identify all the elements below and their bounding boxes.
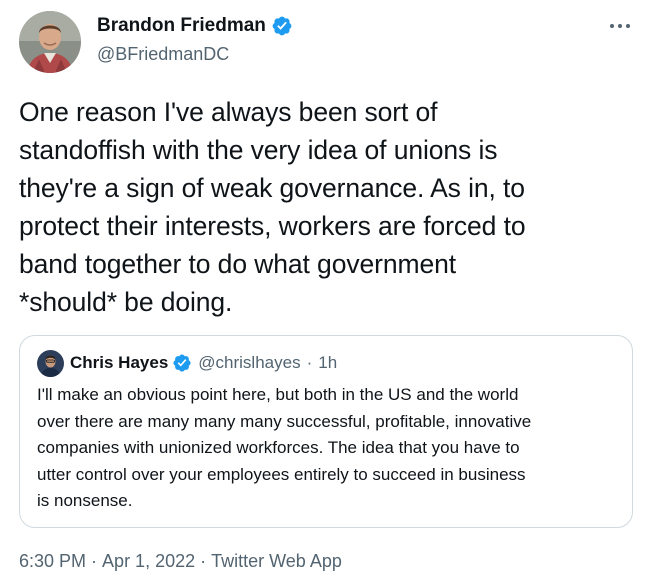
- metadata-separator: ·: [91, 551, 98, 571]
- tweet-date[interactable]: Apr 1, 2022: [102, 551, 195, 572]
- metadata-separator: ·: [200, 551, 207, 571]
- author-handle[interactable]: @BFriedmanDC: [97, 44, 229, 65]
- tweet-source[interactable]: Twitter Web App: [211, 551, 342, 572]
- quote-author-handle[interactable]: @chrislhayes: [198, 353, 300, 373]
- quote-avatar-image: [37, 350, 64, 377]
- author-avatar[interactable]: [19, 11, 81, 73]
- quote-verified-badge-icon: [172, 353, 192, 373]
- author-avatar-image: [19, 11, 81, 73]
- quote-separator: ·: [306, 353, 313, 372]
- quoted-tweet-card[interactable]: Chris Hayes @chrislhayes · 1h I'll make …: [19, 335, 633, 528]
- more-options-button[interactable]: [603, 14, 637, 38]
- tweet-time[interactable]: 6:30 PM: [19, 551, 86, 572]
- quote-author-avatar[interactable]: [37, 350, 64, 377]
- quote-author-name[interactable]: Chris Hayes: [70, 353, 168, 373]
- tweet-text: One reason I've always been sort of stan…: [19, 97, 526, 317]
- author-name[interactable]: Brandon Friedman: [97, 15, 266, 37]
- quote-header: Chris Hayes @chrislhayes · 1h: [70, 352, 337, 374]
- quote-time[interactable]: 1h: [318, 353, 337, 373]
- author-name-row: Brandon Friedman: [97, 14, 293, 38]
- quote-text: I'll make an obvious point here, but bot…: [37, 385, 532, 510]
- tweet-metadata: 6:30 PM · Apr 1, 2022 · Twitter Web App: [19, 551, 342, 572]
- verified-badge-icon: [271, 15, 293, 37]
- tweet: Brandon Friedman @BFriedmanDC One reason…: [0, 0, 656, 585]
- ellipsis-icon: [610, 24, 630, 28]
